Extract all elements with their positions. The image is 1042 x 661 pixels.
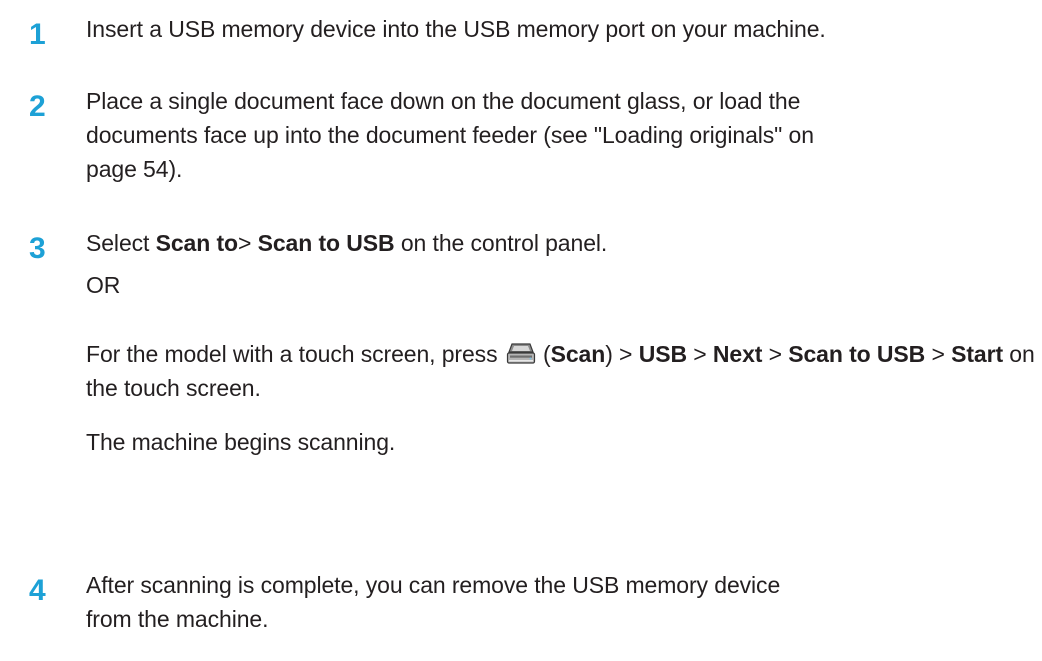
step-number: 3 xyxy=(29,232,46,265)
step-4-line-2: from the machine. xyxy=(86,606,269,632)
scanner-icon xyxy=(506,340,536,364)
touch-separator: > xyxy=(762,341,789,367)
touch-separator: > xyxy=(925,341,952,367)
step-4-line-1: After scanning is complete, you can remo… xyxy=(86,572,781,598)
begins-text: The machine begins scanning. xyxy=(86,429,396,455)
step-2-line-3: page 54). xyxy=(86,156,183,182)
touch-open-paren: ( xyxy=(536,341,551,367)
touch-next: Next xyxy=(712,341,763,367)
step-text: Place a single document face down on the… xyxy=(86,84,1036,186)
step-number: 1 xyxy=(29,18,46,51)
step-3-select-line: Select Scan to> Scan to USB on the contr… xyxy=(86,226,1036,260)
touch-close-paren: ) > xyxy=(605,341,639,367)
step-2-line-2: documents face up into the document feed… xyxy=(86,122,814,148)
step-3-touch-line: For the model with a touch screen, press… xyxy=(86,337,1036,405)
touch-scan-to-usb: Scan to USB xyxy=(788,341,926,367)
step-number: 4 xyxy=(29,574,46,607)
step-text: Select Scan to> Scan to USB on the contr… xyxy=(86,226,1036,459)
menu-scan-to-usb: Scan to USB xyxy=(257,230,395,256)
menu-scan-to: Scan to xyxy=(155,230,238,256)
touch-start: Start xyxy=(951,341,1004,367)
touch-prefix: For the model with a touch screen, press xyxy=(86,341,504,367)
menu-separator: > xyxy=(238,230,258,256)
step-number: 2 xyxy=(29,90,46,123)
step-text: After scanning is complete, you can remo… xyxy=(86,568,1036,636)
touch-separator: > xyxy=(686,341,713,367)
step-2-line-1: Place a single document face down on the… xyxy=(86,88,801,114)
or-text: OR xyxy=(86,272,121,298)
step-text: Insert a USB memory device into the USB … xyxy=(86,12,1036,46)
touch-scan: Scan xyxy=(550,341,606,367)
touch-usb: USB xyxy=(638,341,687,367)
select-suffix: on the control panel. xyxy=(394,230,608,256)
step-1-text: Insert a USB memory device into the USB … xyxy=(86,16,826,42)
select-prefix: Select xyxy=(86,230,156,256)
